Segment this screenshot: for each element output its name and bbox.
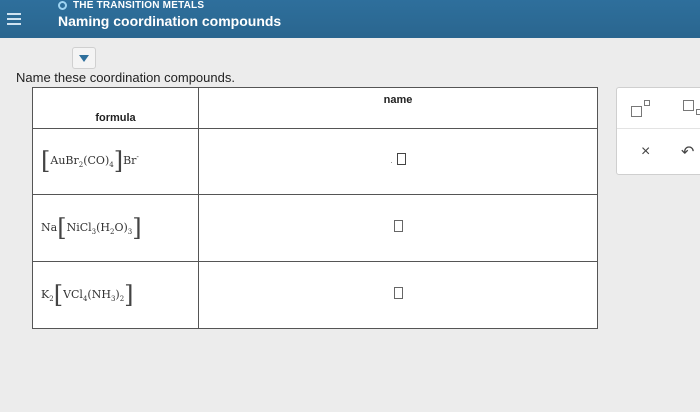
formula-part: Br <box>123 154 137 168</box>
formula-part: (H <box>96 221 110 235</box>
bracket-close: ] <box>113 147 124 176</box>
menu-icon[interactable] <box>0 0 28 38</box>
superscript-icon[interactable] <box>631 100 655 120</box>
clear-icon[interactable]: × <box>641 143 650 161</box>
answer-cell-3[interactable] <box>198 261 598 329</box>
formula-part: (CO) <box>83 154 110 168</box>
formula-part: Na <box>41 221 58 235</box>
formula-cell-1: [AuBr2(CO)4]Br- <box>32 127 199 196</box>
formula-part: NiCl <box>66 221 92 235</box>
bracket-open: [ <box>41 147 51 176</box>
bracket-open: [ <box>57 214 67 243</box>
table-row: K2[VCl4(NH3)2] <box>32 261 598 329</box>
answer-input-2[interactable] <box>393 220 403 233</box>
formula-column-header: formula <box>32 87 199 129</box>
table-row: Na[NiCl3(H2O)3] <box>32 194 598 263</box>
subscript-icon[interactable] <box>683 100 700 120</box>
answer-input-1[interactable] <box>397 153 406 166</box>
lesson-title: Naming coordination compounds <box>58 13 282 29</box>
bracket-close: ] <box>132 214 142 243</box>
topic-progress-icon <box>58 1 67 10</box>
bracket-close: ] <box>124 281 134 310</box>
bracket-open: [ <box>53 281 64 310</box>
formula-part: (NH <box>87 288 111 302</box>
formula-part: O) <box>114 221 128 235</box>
formula-part: K <box>41 288 50 302</box>
formula-part: AuBr <box>50 154 79 168</box>
formula-cell-2: Na[NiCl3(H2O)3] <box>32 194 199 263</box>
answer-input-3[interactable] <box>393 287 403 300</box>
name-column-header: name <box>198 87 598 129</box>
math-tools-panel: × ↶ <box>616 87 700 175</box>
topic-line: THE TRANSITION METALS <box>58 0 204 11</box>
table-header-row: formula name <box>32 87 598 129</box>
chevron-down-icon <box>79 54 89 62</box>
tools-divider <box>617 128 700 129</box>
formula-sup: - <box>136 153 139 162</box>
undo-icon[interactable]: ↶ <box>681 142 694 162</box>
answer-cell-2[interactable] <box>198 194 598 263</box>
table-row: [AuBr2(CO)4]Br- · <box>32 127 598 196</box>
top-bar: THE TRANSITION METALS Naming coordinatio… <box>0 0 700 38</box>
formula-cell-3: K2[VCl4(NH3)2] <box>32 261 199 329</box>
topic-label: THE TRANSITION METALS <box>73 0 205 11</box>
answer-cell-1[interactable]: · <box>198 127 598 196</box>
cursor-dot: · <box>390 157 393 168</box>
name-column-label: name <box>383 94 413 106</box>
answer-table: formula name [AuBr2(CO)4]Br- · Na[NiCl3(… <box>32 87 598 329</box>
question-prompt: Name these coordination compounds. <box>16 70 235 85</box>
formula-part: VCl <box>63 288 83 302</box>
collapse-toggle-button[interactable] <box>72 47 96 69</box>
